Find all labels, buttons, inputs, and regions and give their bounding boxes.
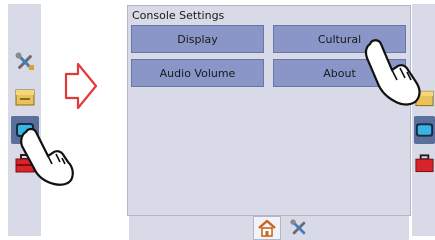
audio-volume-button-label: Audio Volume: [159, 66, 236, 80]
display-button-label: Display: [177, 32, 218, 46]
cultural-button-label: Cultural: [317, 32, 362, 46]
cultural-button[interactable]: Cultural: [273, 25, 406, 53]
side-right-console[interactable]: [414, 116, 435, 144]
toolbox-icon: [415, 154, 434, 173]
about-button-label: About: [323, 66, 356, 80]
tools-icon: [15, 52, 34, 70]
side-tools-button[interactable]: [11, 48, 39, 76]
side-console-button[interactable]: [11, 116, 39, 144]
right-arrow-icon: [64, 62, 98, 110]
panel-title: Console Settings: [132, 9, 225, 22]
side-toolbox-button[interactable]: [11, 149, 39, 177]
console-icon: [415, 123, 434, 137]
home-tab[interactable]: [253, 216, 281, 240]
audio-volume-button[interactable]: Audio Volume: [131, 59, 264, 87]
side-right-folder[interactable]: [414, 84, 435, 112]
display-button[interactable]: Display: [131, 25, 264, 53]
home-icon: [258, 219, 276, 237]
side-menu: [8, 4, 41, 236]
about-button[interactable]: About: [273, 59, 406, 87]
bottom-tab-bar: [129, 216, 409, 240]
folder-icon: [415, 90, 434, 107]
tools-icon: [290, 219, 306, 235]
console-icon: [16, 123, 34, 137]
tools-tab[interactable]: [285, 216, 313, 240]
side-menu-right: [412, 4, 435, 236]
toolbox-icon: [15, 154, 35, 173]
folder-icon: [15, 89, 35, 106]
side-folder-button[interactable]: [11, 83, 39, 111]
console-settings-panel: Console Settings Display Cultural Audio …: [127, 5, 411, 216]
side-right-toolbox[interactable]: [414, 149, 435, 177]
